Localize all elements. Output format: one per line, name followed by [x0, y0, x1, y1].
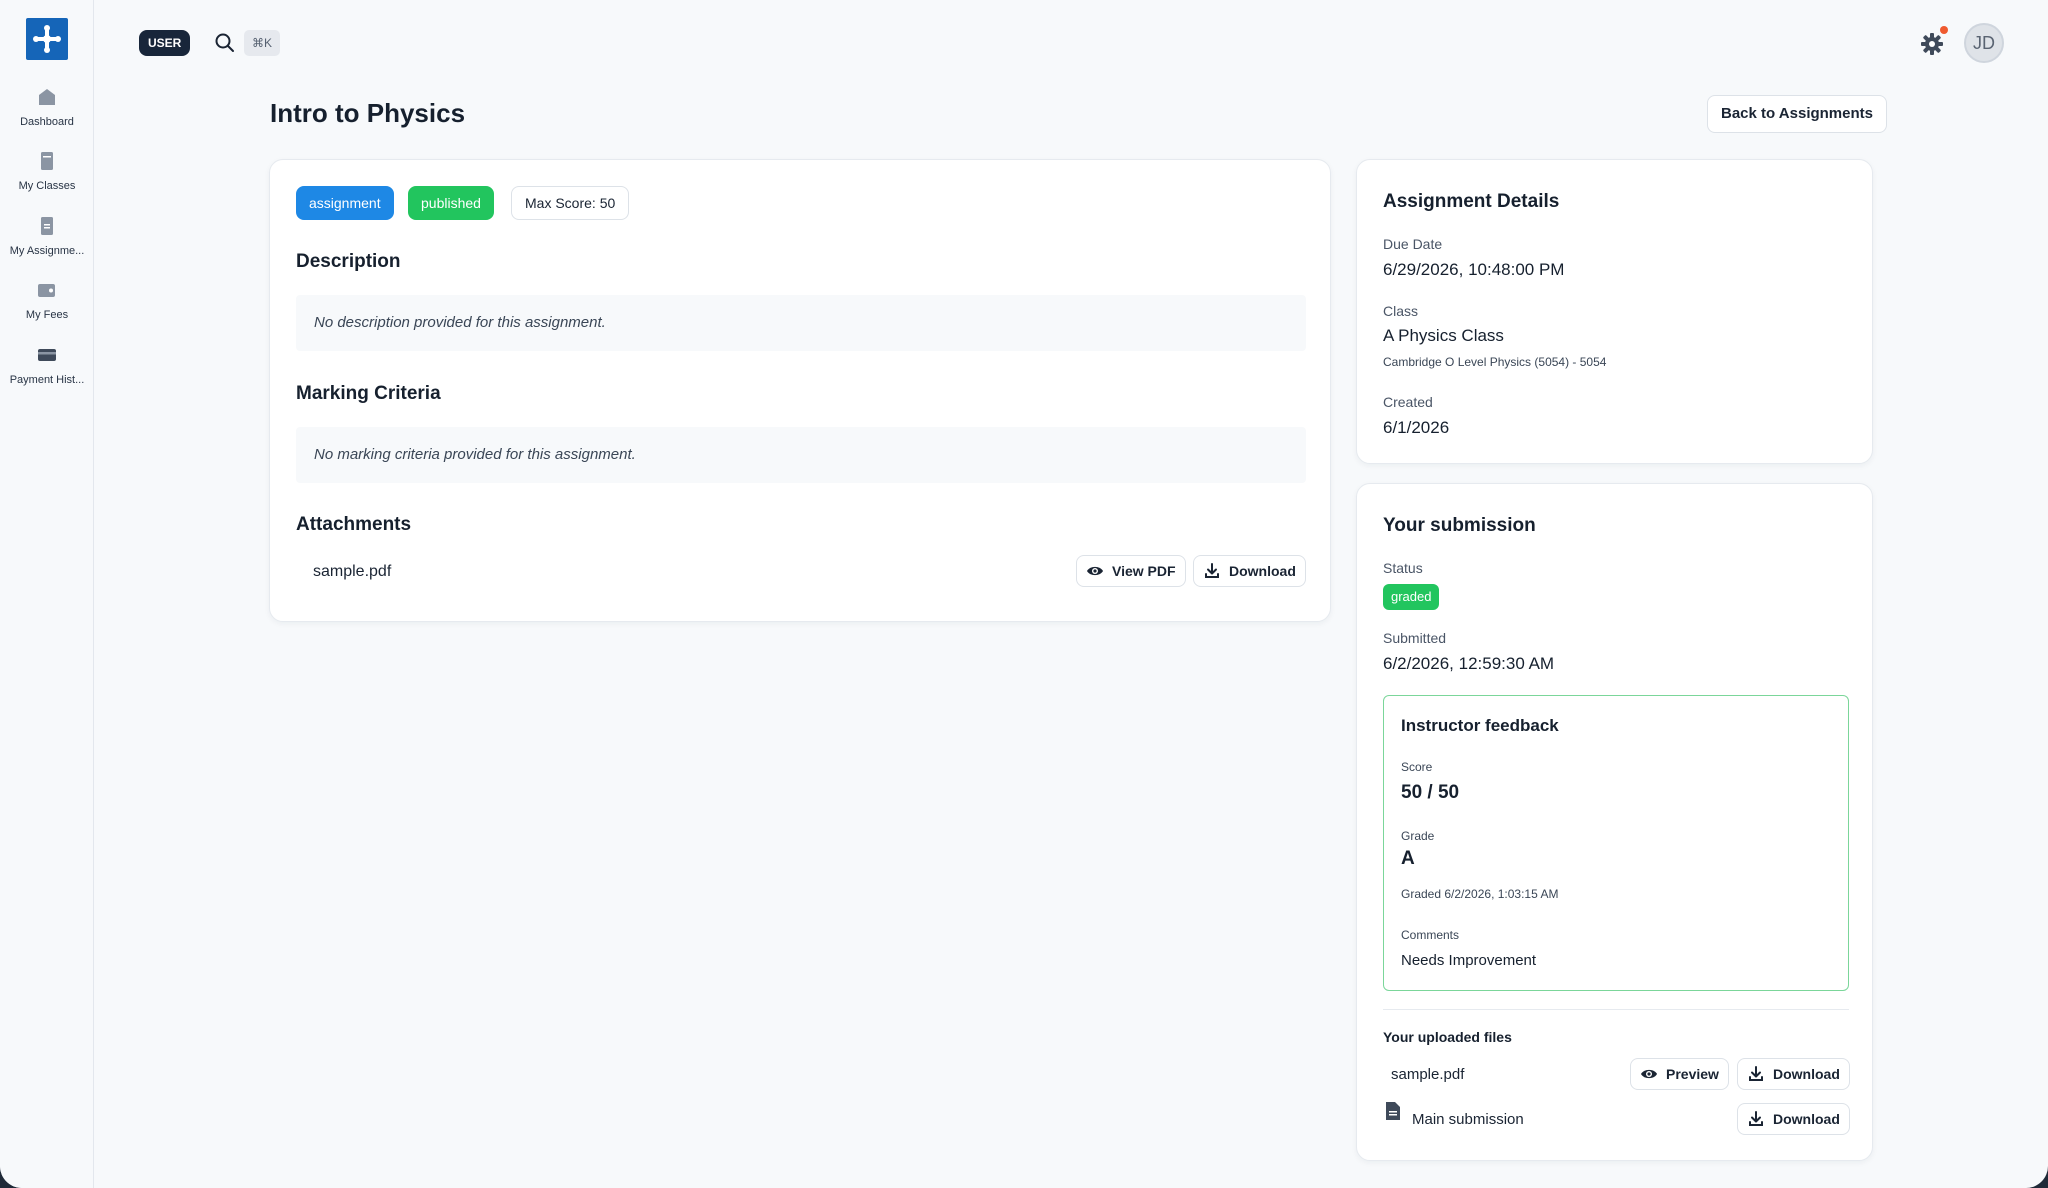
attachment-file-name: sample.pdf	[313, 563, 392, 580]
eye-icon	[1087, 566, 1103, 576]
search-icon[interactable]	[214, 32, 236, 54]
description-heading: Description	[296, 251, 401, 272]
submitted-value: 6/2/2026, 12:59:30 AM	[1383, 654, 1555, 673]
marking-criteria-heading: Marking Criteria	[296, 383, 441, 404]
created-label: Created	[1383, 394, 1433, 410]
class-label: Class	[1383, 303, 1419, 319]
download-icon	[1749, 1111, 1763, 1126]
sidebar-item-label: Payment Hist...	[9, 374, 85, 386]
sidebar-item-label: My Classes	[18, 180, 76, 192]
sidebar: Dashboard My Classes My Assignme... My F…	[0, 0, 94, 1188]
home-icon	[39, 89, 55, 105]
page-title: Intro to Physics	[270, 98, 466, 128]
type-tag: assignment	[296, 186, 394, 220]
comments-value: Needs Improvement	[1401, 952, 1537, 969]
main-submission-label: Main submission	[1412, 1111, 1524, 1128]
download-label: Download	[1229, 563, 1296, 579]
score-value: 50 / 50	[1401, 782, 1460, 803]
sidebar-item-label: My Assignme...	[9, 245, 85, 257]
gear-icon	[1921, 33, 1943, 55]
assignment-details-card: Assignment Details Due Date 6/29/2026, 1…	[1356, 159, 1873, 464]
max-score-tag: Max Score: 50	[511, 186, 630, 220]
sidebar-item-label: Dashboard	[20, 116, 74, 128]
sidebar-item-dashboard[interactable]: Dashboard	[0, 86, 94, 128]
submission-card: Your submission Status graded Submitted …	[1356, 483, 1873, 1161]
class-value: A Physics Class	[1383, 326, 1504, 345]
assignment-icon	[41, 217, 53, 235]
sidebar-item-label: My Fees	[25, 309, 69, 321]
download-label: Download	[1773, 1066, 1840, 1082]
view-pdf-label: View PDF	[1112, 563, 1176, 579]
due-date-value: 6/29/2026, 10:48:00 PM	[1383, 260, 1565, 279]
class-subtitle: Cambridge O Level Physics (5054) - 5054	[1383, 355, 1607, 369]
book-icon	[41, 152, 53, 170]
grade-value: A	[1401, 848, 1415, 869]
download-main-submission-button[interactable]: Download	[1737, 1103, 1850, 1135]
search-shortcut-hint[interactable]: ⌘K	[244, 30, 281, 56]
wallet-icon	[38, 284, 55, 297]
status-label: Status	[1383, 560, 1423, 576]
attachments-heading: Attachments	[296, 514, 412, 535]
back-to-assignments-button[interactable]: Back to Assignments	[1707, 95, 1887, 133]
status-badge: graded	[1383, 584, 1440, 610]
download-icon	[1205, 563, 1219, 578]
assignment-content-card: assignment published Max Score: 50 Descr…	[269, 159, 1331, 622]
uploaded-file-name: sample.pdf	[1391, 1066, 1465, 1083]
sidebar-item-my-fees[interactable]: My Fees	[0, 279, 94, 321]
graded-timestamp: Graded 6/2/2026, 1:03:15 AM	[1401, 887, 1559, 901]
preview-label: Preview	[1666, 1066, 1719, 1082]
document-icon	[1386, 1102, 1400, 1120]
download-uploaded-file-button[interactable]: Download	[1737, 1058, 1850, 1090]
download-label: Download	[1773, 1111, 1840, 1127]
download-icon	[1749, 1066, 1763, 1081]
grade-label: Grade	[1401, 829, 1435, 843]
settings-button[interactable]	[1918, 26, 1948, 58]
notification-dot	[1940, 26, 1948, 34]
view-pdf-button[interactable]: View PDF	[1076, 555, 1186, 587]
status-tag: published	[408, 186, 494, 220]
app-logo[interactable]	[26, 18, 68, 60]
eye-icon	[1641, 1069, 1657, 1079]
created-value: 6/1/2026	[1383, 418, 1450, 437]
score-label: Score	[1401, 760, 1433, 774]
avatar[interactable]: JD	[1964, 23, 2004, 63]
role-badge: USER	[139, 30, 191, 56]
uploaded-files-heading: Your uploaded files	[1383, 1029, 1512, 1045]
instructor-feedback-panel: Instructor feedback Score 50 / 50 Grade …	[1383, 695, 1849, 991]
submitted-label: Submitted	[1383, 630, 1447, 646]
app-window: Dashboard My Classes My Assignme... My F…	[0, 0, 2048, 1188]
marking-criteria-empty-state: No marking criteria provided for this as…	[296, 427, 1306, 483]
sidebar-item-my-assignments[interactable]: My Assignme...	[0, 215, 94, 257]
feedback-title: Instructor feedback	[1401, 716, 1559, 735]
credit-card-icon	[38, 349, 56, 361]
sidebar-item-my-classes[interactable]: My Classes	[0, 150, 94, 192]
download-attachment-button[interactable]: Download	[1193, 555, 1306, 587]
comments-label: Comments	[1401, 928, 1460, 942]
assignment-details-title: Assignment Details	[1383, 191, 1560, 212]
sidebar-item-payment-history[interactable]: Payment Hist...	[0, 344, 94, 386]
preview-file-button[interactable]: Preview	[1630, 1058, 1729, 1090]
description-empty-state: No description provided for this assignm…	[296, 295, 1306, 351]
submission-title: Your submission	[1383, 515, 1536, 536]
divider	[1383, 1009, 1849, 1010]
logo-icon	[33, 25, 61, 53]
due-date-label: Due Date	[1383, 236, 1443, 252]
